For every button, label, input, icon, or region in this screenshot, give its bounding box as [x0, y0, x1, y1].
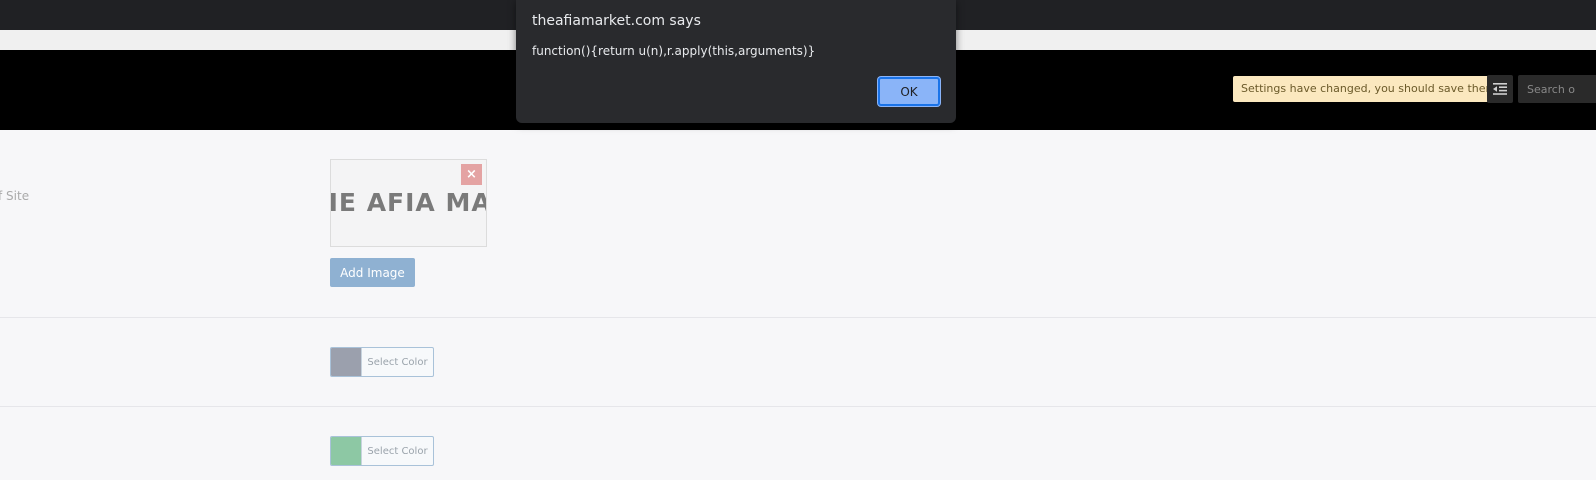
logo-image-text: HE AFIA MA	[331, 188, 486, 217]
row-divider	[0, 317, 1596, 318]
add-image-button[interactable]: Add Image	[330, 258, 415, 287]
row-divider	[0, 406, 1596, 407]
settings-changed-notice: Settings have changed, you should save t…	[1233, 76, 1509, 102]
logo-setting-label: f Site	[0, 189, 30, 203]
alert-message: function(){return u(n),r.apply(this,argu…	[532, 44, 816, 58]
alert-title: theafiamarket.com says	[532, 13, 701, 29]
color-picker[interactable]: Select Color	[330, 436, 434, 466]
remove-logo-button[interactable]: ×	[461, 164, 482, 185]
color-picker[interactable]: Select Color	[330, 347, 434, 377]
select-color-label: Select Color	[361, 348, 433, 376]
outdent-icon[interactable]	[1487, 75, 1513, 103]
color-swatch	[331, 437, 361, 465]
search-input[interactable]	[1518, 75, 1596, 103]
browser-alert-dialog: theafiamarket.com says function(){return…	[516, 0, 956, 123]
select-color-label: Select Color	[361, 437, 433, 465]
color-swatch	[331, 348, 361, 376]
alert-ok-button[interactable]: OK	[878, 77, 940, 106]
